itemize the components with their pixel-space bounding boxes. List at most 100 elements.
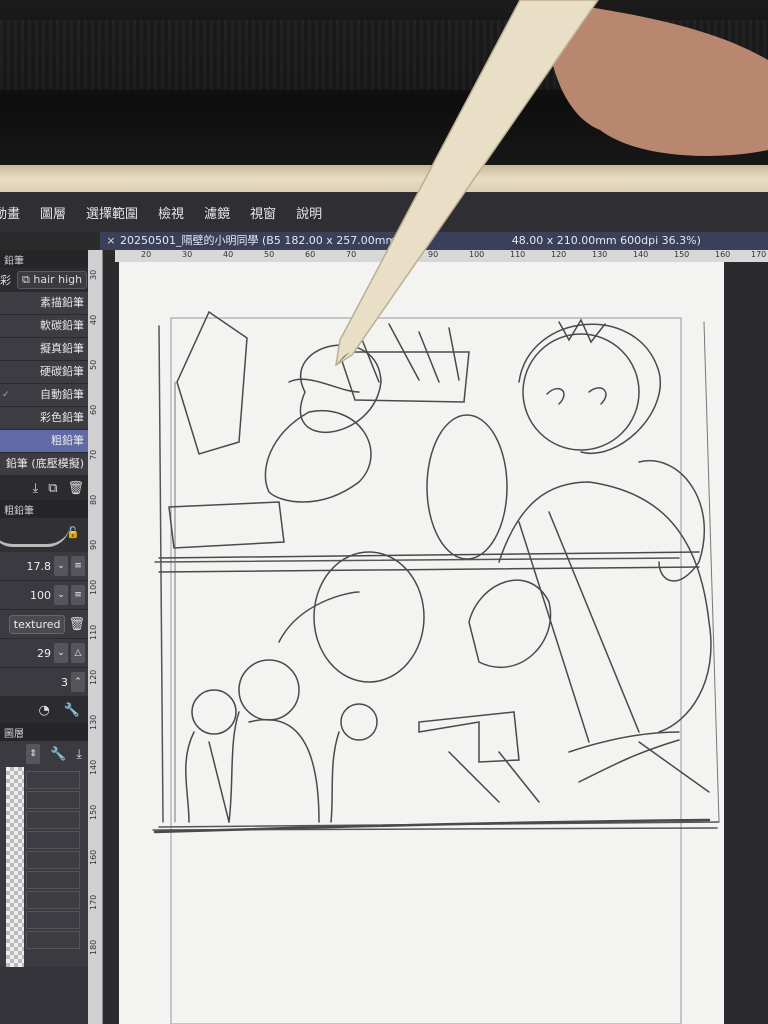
layers-toolbar: ⇕ 🔧 ⤓ [0, 741, 88, 767]
subtool-tabs: 彩 ⧉ hair high [0, 268, 88, 292]
tab-hair-high[interactable]: ⧉ hair high [17, 271, 88, 289]
document-title: 20250501_隔壁的小明同學 (B5 182.00 x 257.00mm 裝… [120, 234, 422, 247]
canvas-page[interactable] [119, 262, 724, 1024]
wrench-icon[interactable]: 🔧 [64, 703, 80, 718]
menu-bar: 動畫 圖層 選擇範圍 檢視 濾鏡 視窗 說明 [0, 192, 768, 232]
close-icon[interactable]: × [104, 232, 118, 250]
check-icon: ✓ [2, 390, 10, 400]
ruler-tick: 130 [89, 714, 98, 730]
brush-item-color-pencil[interactable]: 彩色鉛筆 [0, 407, 88, 430]
texture-button[interactable]: textured [8, 614, 66, 634]
opacity-row: 100 ⌄ ≡ [0, 581, 88, 610]
ruler-tick: 150 [674, 250, 690, 259]
ruler-tick: 150 [89, 804, 98, 820]
subtool-panel-header: 鉛筆 [0, 250, 88, 268]
canvas-area[interactable] [103, 262, 768, 1024]
left-panel: 鉛筆 彩 ⧉ hair high 素描鉛筆 軟碳鉛筆 擬真鉛筆 硬碳鉛筆 ✓ 自動… [0, 250, 88, 1024]
stroke-preview [0, 524, 70, 547]
layer-row[interactable] [26, 831, 80, 849]
ruler-tick: 160 [715, 250, 731, 259]
density-row: 29 ⌄ △ [0, 639, 88, 668]
ruler-tick: 50 [264, 250, 275, 259]
document-title-end: 48.00 x 210.00mm 600dpi 36.3%) [511, 234, 701, 247]
ruler-tick: 140 [89, 759, 98, 775]
menu-help[interactable]: 說明 [296, 203, 322, 222]
ruler-tick: 170 [751, 250, 767, 259]
ruler-tick: 30 [182, 250, 193, 259]
ruler-tick: 160 [89, 849, 98, 865]
brush-item-thick-pencil[interactable]: 粗鉛筆 [0, 430, 88, 453]
chevron-updown-icon[interactable]: ⇕ [26, 744, 41, 764]
brush-item-mechanical-pencil[interactable]: ✓ 自動鉛筆 [0, 384, 88, 407]
copy-icon: ⧉ [22, 273, 30, 286]
ruler-tick: 60 [305, 250, 316, 259]
layers-panel-header: 圖層 [0, 723, 88, 741]
ruler-tick: 140 [633, 250, 649, 259]
ruler-tick: 50 [89, 359, 98, 370]
ruler-tick: 80 [89, 494, 98, 505]
brush-item-sketch-pencil[interactable]: 素描鉛筆 [0, 292, 88, 315]
brush-size-value[interactable]: 17.8 [27, 560, 52, 573]
menu-layer[interactable]: 圖層 [40, 203, 66, 222]
menu-animation[interactable]: 動畫 [0, 203, 20, 222]
ruler-tick: 120 [551, 250, 567, 259]
tool-property-header: 粗鉛筆 [0, 500, 88, 518]
layer-row[interactable] [26, 811, 80, 829]
import-icon[interactable]: ⤓ [32, 481, 38, 496]
ruler-tick: 40 [223, 250, 234, 259]
layers-list [0, 767, 88, 967]
density-value[interactable]: 29 [37, 647, 51, 660]
ruler-tick: 60 [89, 404, 98, 415]
layer-row[interactable] [26, 911, 80, 929]
ruler-tick: 170 [89, 894, 98, 910]
brush-item-soft-pencil[interactable]: 軟碳鉛筆 [0, 315, 88, 338]
layer-row[interactable] [26, 851, 80, 869]
chevron-down-icon[interactable]: ⌄ [54, 643, 68, 663]
ruler-tick: 120 [89, 669, 98, 685]
duplicate-icon[interactable]: ⧉ [48, 481, 57, 496]
menu-filter[interactable]: 濾鏡 [204, 203, 230, 222]
menu-icon[interactable]: ≡ [71, 585, 85, 605]
brush-size-row: 17.8 ⌄ ≡ [0, 552, 88, 581]
tab-color[interactable]: 彩 [0, 272, 11, 288]
import-icon[interactable]: ⤓ [76, 747, 82, 762]
settings-dial-icon[interactable]: ◔ [38, 703, 49, 718]
trash-icon[interactable]: 🗑 [68, 617, 85, 632]
ruler-tick: 110 [89, 624, 98, 640]
opacity-value[interactable]: 100 [30, 589, 51, 602]
ruler-tick: 20 [141, 250, 152, 259]
ruler-tick: 130 [592, 250, 608, 259]
brush-item-real-pencil[interactable]: 擬真鉛筆 [0, 338, 88, 361]
brush-item-hard-pencil[interactable]: 硬碳鉛筆 [0, 361, 88, 384]
fabric-strap [0, 20, 768, 90]
layer-row[interactable] [26, 771, 80, 789]
chevron-down-icon[interactable]: ⌄ [54, 556, 68, 576]
lock-icon[interactable]: 🔓 [66, 526, 80, 539]
triangle-icon[interactable]: △ [71, 643, 85, 663]
brush-item-pressure-pencil[interactable]: 鉛筆 (底壓模擬) [0, 453, 88, 476]
ruler-tick: 110 [510, 250, 526, 259]
tab-hair-high-label: hair high [33, 273, 83, 286]
trash-icon[interactable]: 🗑 [67, 481, 84, 496]
subtool-actions: ⤓ ⧉ 🗑 [0, 476, 88, 500]
wrench-icon[interactable]: 🔧 [50, 747, 66, 762]
layer-row[interactable] [26, 871, 80, 889]
layer-row[interactable] [26, 891, 80, 909]
menu-icon[interactable]: ≡ [71, 556, 85, 576]
brush-item-label: 自動鉛筆 [40, 388, 84, 401]
layer-row[interactable] [26, 931, 80, 949]
menu-view[interactable]: 檢視 [158, 203, 184, 222]
document-tab[interactable]: × 20250501_隔壁的小明同學 (B5 182.00 x 257.00mm … [100, 232, 768, 250]
chevron-updown-icon[interactable]: ⌃ [71, 672, 85, 692]
menu-selection[interactable]: 選擇範圍 [86, 203, 138, 222]
texture-row: textured 🗑 [0, 610, 88, 639]
ruler-tick: 70 [346, 250, 357, 259]
stabilization-row: 3 ⌃ [0, 668, 88, 697]
tablet-screen: 動畫 圖層 選擇範圍 檢視 濾鏡 視窗 說明 × 20250501_隔壁的小明同學… [0, 192, 768, 1024]
layer-row[interactable] [26, 791, 80, 809]
menu-window[interactable]: 視窗 [250, 203, 276, 222]
pencil-sketch [152, 310, 720, 1024]
ruler-tick: 40 [89, 314, 98, 325]
chevron-down-icon[interactable]: ⌄ [54, 585, 68, 605]
stabilization-value[interactable]: 3 [61, 676, 68, 689]
